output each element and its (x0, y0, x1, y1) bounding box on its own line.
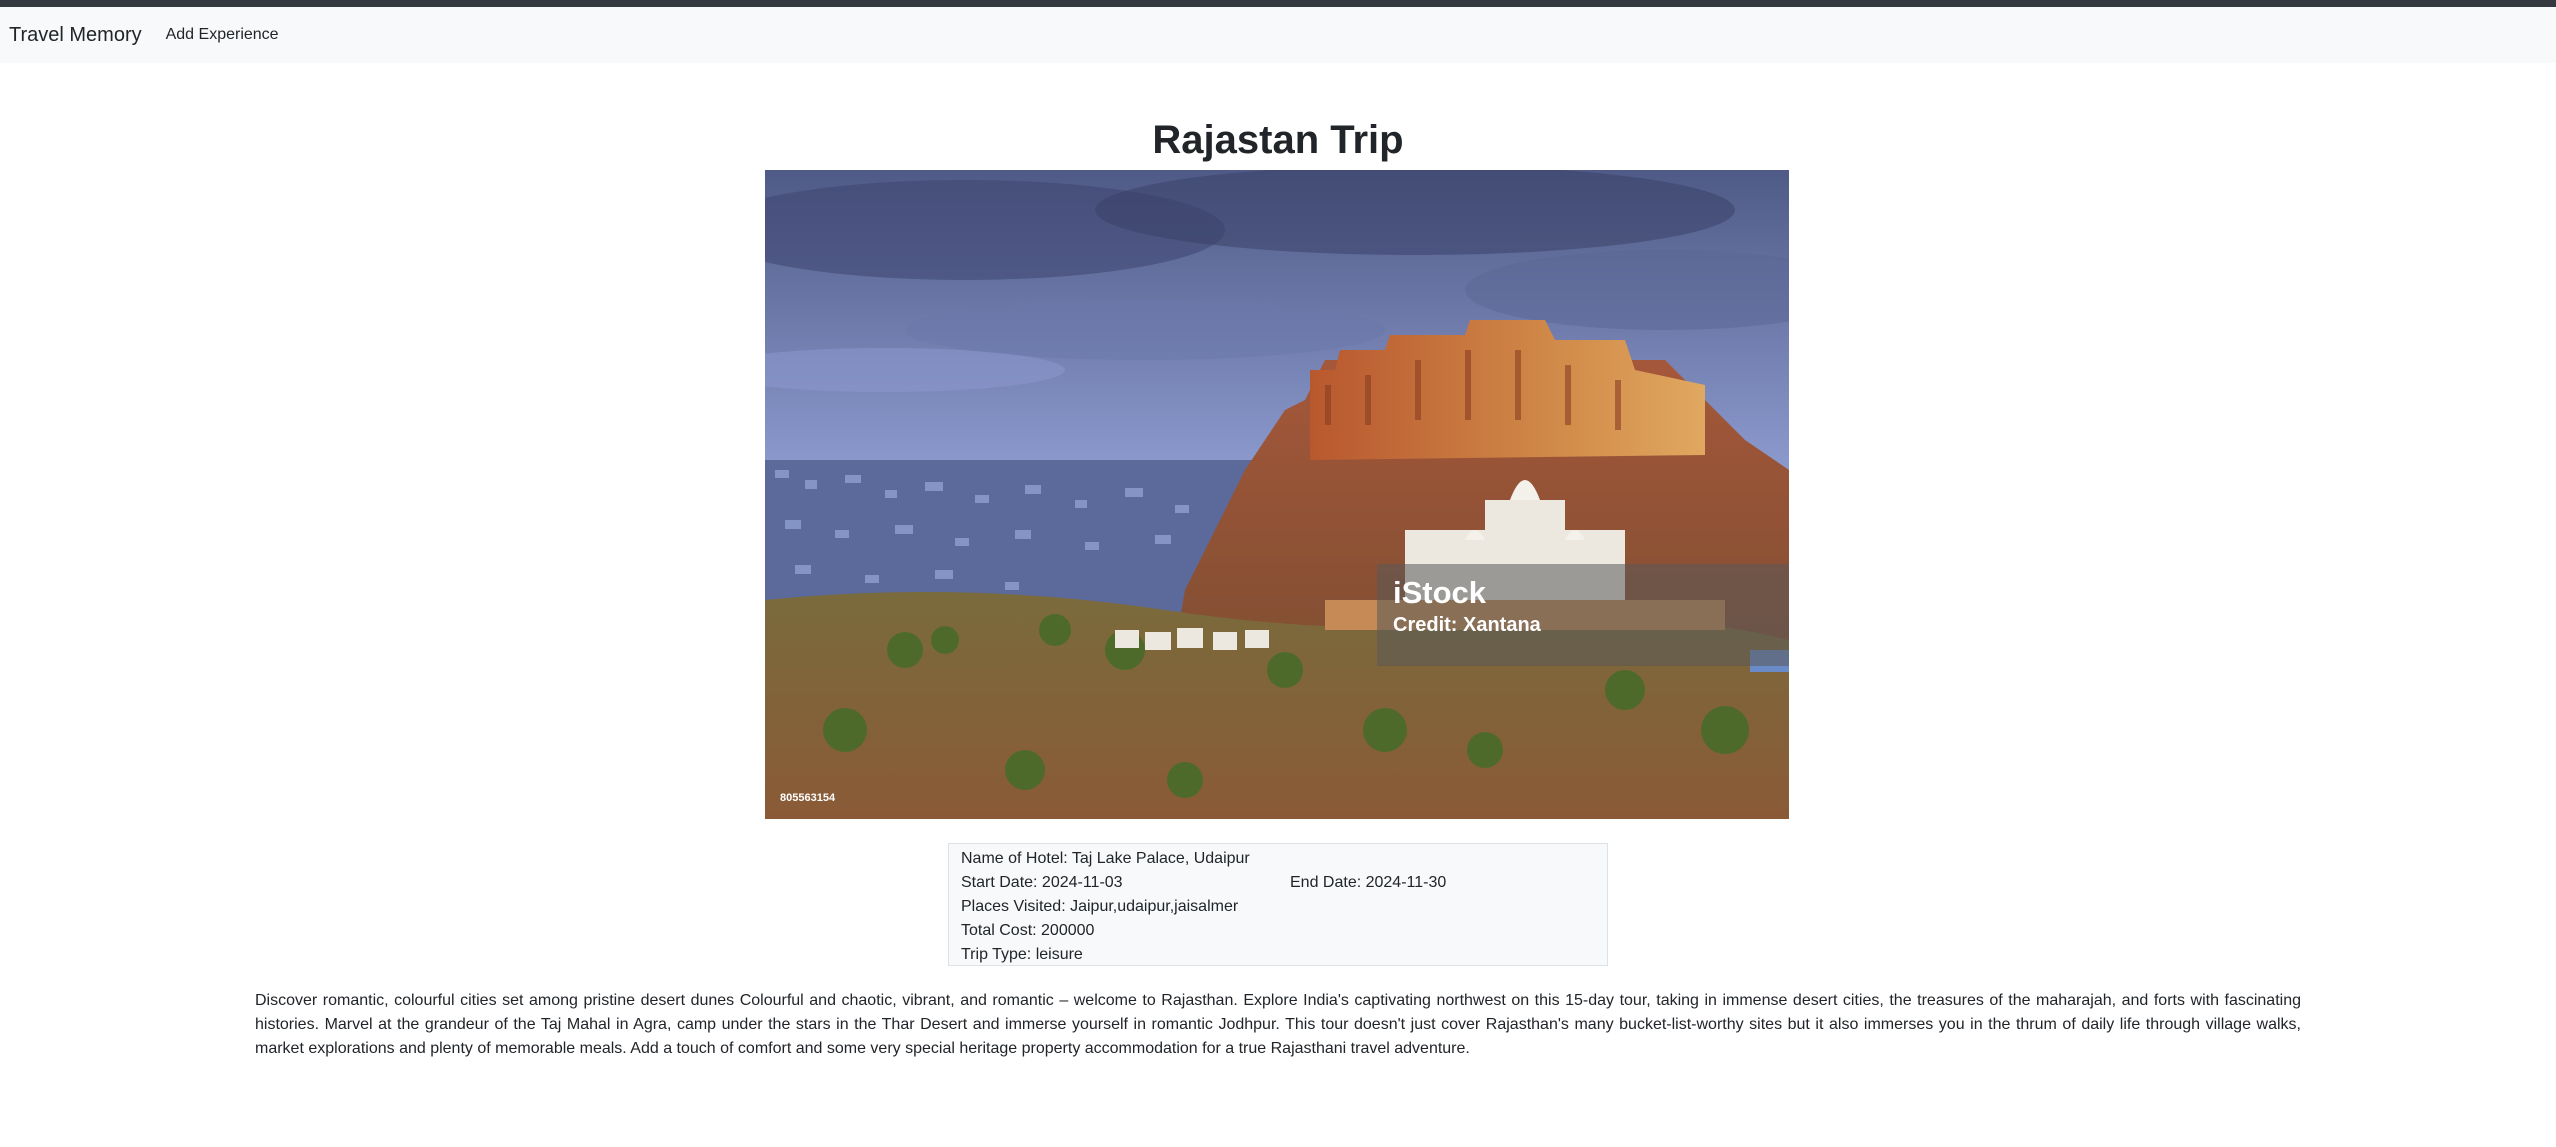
page-title: Rajastan Trip (1152, 118, 1404, 162)
trip-photo-illustration (765, 170, 1789, 819)
trip-image: iStock Credit: Xantana 805563154 (765, 170, 1789, 819)
add-experience-link[interactable]: Add Experience (166, 7, 279, 63)
navbar: Travel Memory Add Experience (0, 7, 2556, 63)
start-date: Start Date: 2024-11-03 (961, 874, 1123, 891)
details-row-dates: Start Date: 2024-11-03 End Date: 2024-11… (961, 871, 1595, 895)
details-row-hotel: Name of Hotel: Taj Lake Palace, Udaipur (961, 847, 1595, 871)
details-row-cost: Total Cost: 200000 (961, 919, 1595, 943)
brand-link[interactable]: Travel Memory (9, 7, 142, 63)
trip-type: Trip Type: leisure (961, 946, 1083, 963)
stock-id: 805563154 (780, 792, 836, 804)
places-visited: Places Visited: Jaipur,udaipur,jaisalmer (961, 898, 1239, 915)
hotel-name: Name of Hotel: Taj Lake Palace, Udaipur (961, 850, 1250, 867)
window-top-strip (0, 0, 2556, 7)
watermark-brand: iStock (1393, 575, 1487, 610)
trip-description: Discover romantic, colourful cities set … (255, 992, 2301, 1057)
details-row-type: Trip Type: leisure (961, 943, 1595, 967)
watermark-credit: Credit: Xantana (1393, 614, 1541, 636)
details-row-places: Places Visited: Jaipur,udaipur,jaisalmer (961, 895, 1595, 919)
total-cost: Total Cost: 200000 (961, 922, 1095, 939)
end-date: End Date: 2024-11-30 (1290, 874, 1447, 891)
watermark-overlay: iStock Credit: Xantana (1377, 564, 1789, 666)
trip-details-card: Name of Hotel: Taj Lake Palace, Udaipur … (948, 843, 1608, 966)
